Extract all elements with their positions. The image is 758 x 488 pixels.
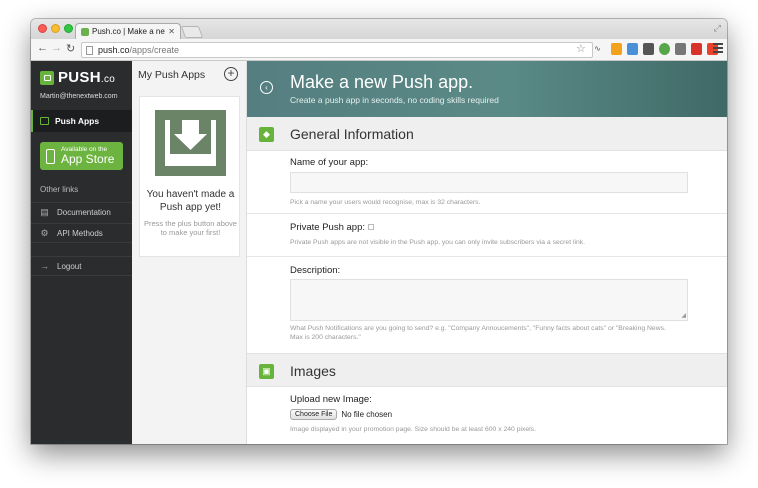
divider (247, 213, 727, 214)
phone-icon (46, 148, 55, 164)
empty-state-subtitle: Press the plus button above to make your… (144, 219, 237, 238)
inbox-icon (40, 117, 49, 125)
empty-state-title: You haven't made a Push app yet! (146, 189, 235, 213)
close-window-button[interactable] (38, 24, 47, 33)
back-arrow-icon[interactable]: ← (37, 42, 48, 54)
zoom-window-button[interactable] (64, 24, 73, 33)
private-app-label-text: Private Push app: (290, 222, 365, 233)
private-app-help: Private Push apps are not visible in the… (290, 239, 586, 246)
tab-strip: Push.co | Make a new Push ✕ ⤢ (31, 19, 727, 39)
create-app-form: ‹ Make a new Push app. Create a push app… (247, 61, 727, 444)
sidebar-item-api-methods[interactable]: ⚙ API Methods (31, 223, 132, 243)
url-host: push.co (98, 45, 130, 55)
reload-icon[interactable]: ↻ (66, 42, 75, 55)
push-logo[interactable]: PUSH.co (40, 69, 115, 86)
page-icon (86, 45, 93, 55)
url-path: /apps/create (129, 45, 180, 55)
sidebar: PUSH.co Martin@thenextweb.com Push Apps … (31, 61, 132, 444)
extension-icon[interactable] (675, 43, 686, 55)
translate-extension-icon[interactable] (627, 43, 638, 55)
page-header: ‹ Make a new Push app. Create a push app… (247, 61, 727, 117)
favicon-icon (81, 27, 89, 36)
upload-image-label: Upload new Image: (290, 394, 372, 405)
minimize-window-button[interactable] (51, 24, 60, 33)
sidebar-item-push-apps[interactable]: Push Apps (31, 110, 132, 132)
logout-arrow-icon: → (40, 260, 49, 271)
other-links-heading: Other links (40, 185, 79, 194)
logo-main: PUSH (58, 69, 101, 86)
lastpass-extension-icon[interactable] (691, 43, 702, 55)
page-title: Make a new Push app. (290, 72, 474, 92)
app-name-input[interactable] (290, 172, 688, 193)
logo-suffix: .co (100, 74, 116, 85)
fullscreen-icon[interactable]: ⤢ (714, 23, 721, 34)
apps-list-panel: My Push Apps + You haven't made a Push a… (132, 61, 247, 444)
sidebar-item-label: Documentation (57, 208, 111, 217)
description-help: What Push Notifications are you going to… (290, 325, 666, 342)
add-app-button[interactable]: + (224, 67, 238, 81)
app-store-button[interactable]: Available on the App Store (40, 142, 123, 170)
app-store-big-text: App Store (61, 152, 115, 167)
page-subtitle: Create a push app in seconds, no coding … (290, 95, 499, 105)
browser-tab[interactable]: Push.co | Make a new Push ✕ (75, 23, 181, 39)
sidebar-item-label: Logout (57, 261, 82, 271)
section-title: General Information (290, 126, 414, 142)
address-bar[interactable]: push.co/apps/create (81, 42, 593, 58)
file-upload: Choose File No file chosen (290, 409, 392, 420)
pocket-extension-icon[interactable] (643, 43, 654, 55)
choose-file-button[interactable]: Choose File (290, 409, 338, 420)
browser-menu-icon[interactable] (713, 43, 723, 54)
app-name-label: Name of your app: (290, 157, 369, 168)
push-app: PUSH.co Martin@thenextweb.com Push Apps … (31, 61, 727, 444)
tab-title: Push.co | Make a new Push (92, 27, 165, 36)
empty-state-card: You haven't made a Push app yet! Press t… (139, 96, 240, 257)
file-status: No file chosen (341, 410, 393, 419)
back-button[interactable]: ‹ (260, 81, 273, 94)
sidebar-item-logout[interactable]: → Logout (31, 256, 132, 276)
description-textarea[interactable]: ◢ (290, 279, 688, 321)
sidebar-item-label: API Methods (57, 228, 103, 238)
image-help: Image displayed in your promotion page. … (290, 426, 536, 433)
download-arrow-icon (155, 110, 226, 176)
sidebar-item-documentation[interactable]: ▤ Documentation (31, 202, 132, 222)
pulse-extension-icon[interactable]: ∿ (592, 43, 603, 55)
section-title: Images (290, 363, 336, 379)
forward-arrow-icon[interactable]: → (51, 42, 62, 54)
push-logo-icon (40, 70, 54, 85)
sidebar-item-label: Push Apps (55, 116, 100, 126)
evernote-extension-icon[interactable] (659, 43, 670, 55)
new-tab-button[interactable] (180, 26, 204, 38)
image-icon: ▣ (259, 364, 274, 379)
user-email: Martin@thenextweb.com (40, 93, 118, 100)
extension-icon[interactable] (611, 43, 622, 55)
divider (247, 256, 727, 257)
resize-grip-icon[interactable]: ◢ (681, 312, 686, 319)
book-icon: ▤ (40, 207, 49, 217)
window-controls (38, 24, 73, 33)
browser-toolbar: ← → ↻ push.co/apps/create ☆ ∿ (31, 39, 727, 61)
general-info-section-header: ◆ General Information (247, 117, 727, 151)
private-app-checkbox[interactable] (368, 224, 374, 231)
browser-window: Push.co | Make a new Push ✕ ⤢ ← → ↻ push… (31, 19, 727, 444)
app-name-help: Pick a name your users would recognise, … (290, 199, 481, 206)
android-icon: ◆ (259, 127, 274, 142)
tab-close-icon[interactable]: ✕ (168, 27, 175, 36)
description-label: Description: (290, 265, 341, 276)
private-app-label: Private Push app: (290, 222, 374, 233)
bookmark-star-icon[interactable]: ☆ (576, 42, 586, 55)
gear-icon: ⚙ (40, 227, 49, 238)
images-section-header: ▣ Images (247, 353, 727, 387)
